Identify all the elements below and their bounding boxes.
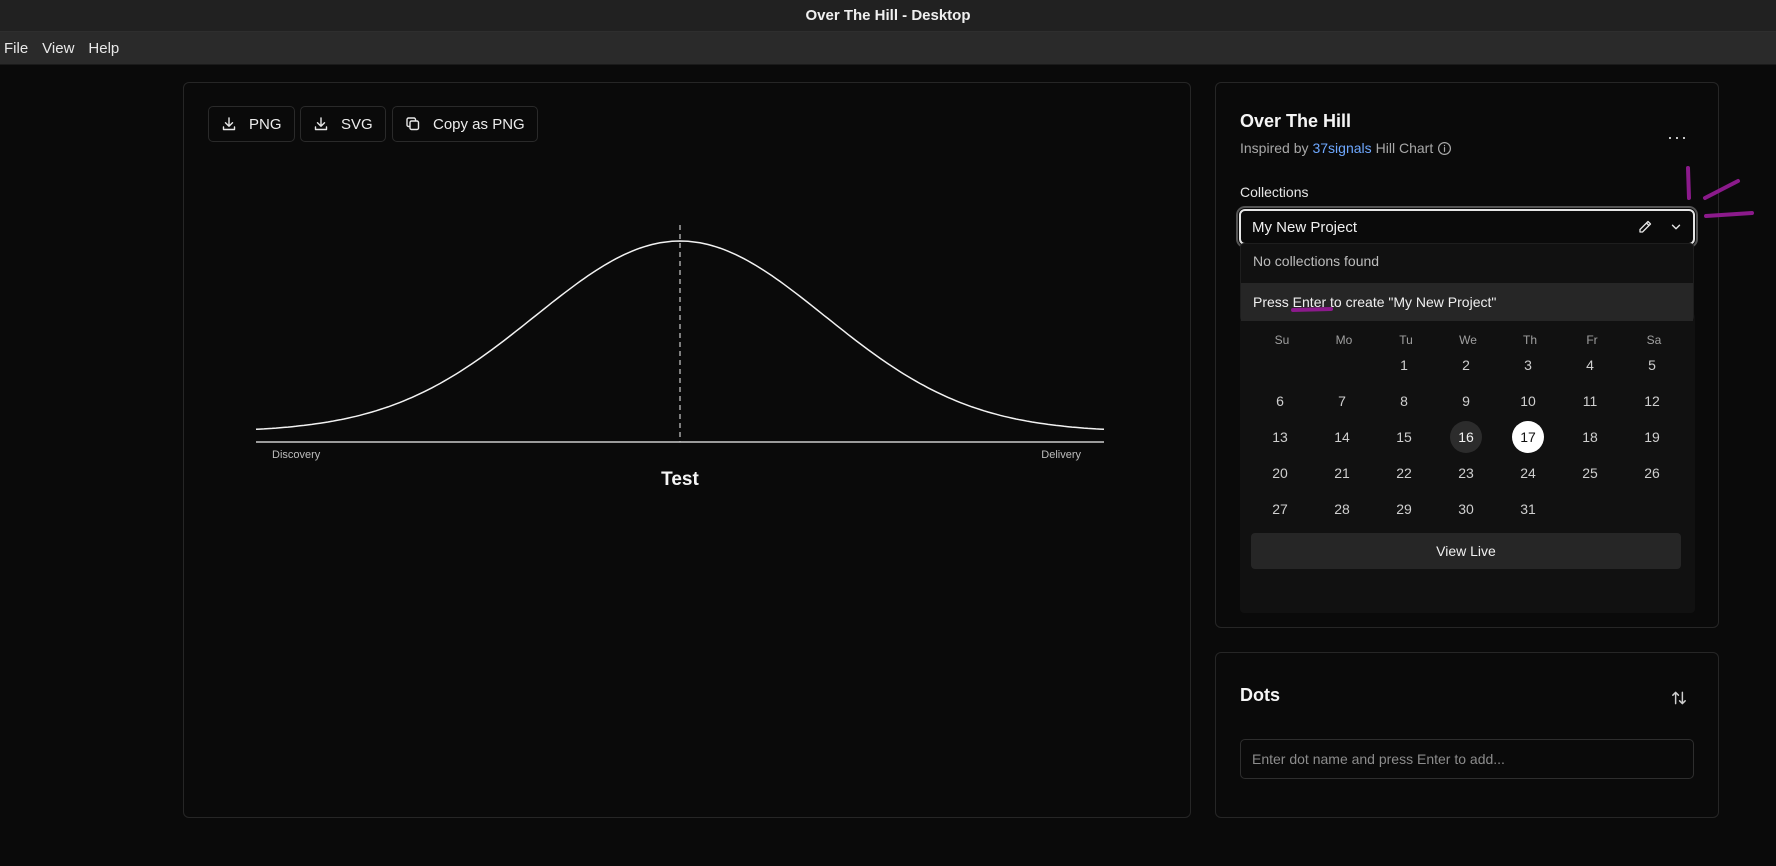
weekday-th: Th bbox=[1522, 333, 1537, 347]
weekday-su: Su bbox=[1274, 333, 1290, 347]
view-live-button[interactable]: View Live bbox=[1251, 533, 1681, 569]
calendar-day[interactable]: 9 bbox=[1450, 385, 1482, 417]
delivery-label: Delivery bbox=[1041, 449, 1081, 461]
calendar-day[interactable]: 20 bbox=[1264, 457, 1296, 489]
calendar-day[interactable]: 10 bbox=[1512, 385, 1544, 417]
calendar-day[interactable]: 11 bbox=[1574, 385, 1606, 417]
subtitle-suffix: Hill Chart bbox=[1375, 140, 1434, 156]
window-title: Over The Hill - Desktop bbox=[805, 7, 971, 24]
weekday-sa: Sa bbox=[1646, 333, 1662, 347]
subtitle-prefix: Inspired by bbox=[1240, 140, 1309, 156]
chevron-down-icon[interactable] bbox=[1669, 220, 1683, 234]
more-options-button[interactable]: ··· bbox=[1667, 127, 1688, 148]
menu-bar: File View Help bbox=[0, 32, 1776, 65]
weekday-fr: Fr bbox=[1586, 333, 1598, 347]
collections-card: Over The Hill Inspired by 37signals Hill… bbox=[1215, 82, 1719, 628]
calendar-day[interactable]: 25 bbox=[1574, 457, 1606, 489]
collection-combobox[interactable]: My New Project bbox=[1239, 209, 1695, 245]
calendar-day[interactable]: 4 bbox=[1574, 349, 1606, 381]
calendar-day[interactable]: 13 bbox=[1264, 421, 1296, 453]
no-collections-text: No collections found bbox=[1253, 253, 1380, 269]
calendar-day[interactable]: 30 bbox=[1450, 493, 1482, 525]
chart-panel: PNG SVG Copy as PNG Discovery Delivery T… bbox=[183, 82, 1191, 818]
collections-label: Collections bbox=[1240, 184, 1309, 200]
calendar-day[interactable]: 8 bbox=[1388, 385, 1420, 417]
calendar-day[interactable]: 14 bbox=[1326, 421, 1358, 453]
calendar-day[interactable]: 12 bbox=[1636, 385, 1668, 417]
menu-view[interactable]: View bbox=[42, 40, 74, 57]
menu-file[interactable]: File bbox=[4, 40, 28, 57]
app-subtitle: Inspired by 37signals Hill Chart bbox=[1240, 140, 1452, 156]
calendar-day[interactable]: 24 bbox=[1512, 457, 1544, 489]
calendar-day[interactable]: 7 bbox=[1326, 385, 1358, 417]
collection-input-value: My New Project bbox=[1252, 218, 1358, 236]
calendar-day[interactable]: 18 bbox=[1574, 421, 1606, 453]
calendar-day[interactable]: 6 bbox=[1264, 385, 1296, 417]
pencil-icon[interactable] bbox=[1637, 219, 1653, 235]
calendar-day[interactable]: 17 bbox=[1512, 421, 1544, 453]
calendar-day[interactable]: 19 bbox=[1636, 421, 1668, 453]
app-title: Over The Hill bbox=[1240, 111, 1352, 131]
calendar-day[interactable]: 21 bbox=[1326, 457, 1358, 489]
calendar-day[interactable]: 31 bbox=[1512, 493, 1544, 525]
37signals-link[interactable]: 37signals bbox=[1312, 140, 1371, 156]
weekday-mo: Mo bbox=[1335, 333, 1353, 347]
main-area: PNG SVG Copy as PNG Discovery Delivery T… bbox=[0, 65, 1776, 866]
calendar-day[interactable]: 16 bbox=[1450, 421, 1482, 453]
calendar-day[interactable]: 22 bbox=[1388, 457, 1420, 489]
dots-card: Dots bbox=[1215, 652, 1719, 818]
window-title-bar: Over The Hill - Desktop bbox=[0, 0, 1776, 32]
sort-icon[interactable] bbox=[1670, 689, 1688, 707]
hill-chart: Discovery Delivery Test bbox=[255, 225, 1105, 490]
calendar-day[interactable]: 28 bbox=[1326, 493, 1358, 525]
calendar-day[interactable]: 1 bbox=[1388, 349, 1420, 381]
dots-title: Dots bbox=[1240, 685, 1280, 705]
calendar-day[interactable]: 26 bbox=[1636, 457, 1668, 489]
weekday-tu: Tu bbox=[1399, 333, 1413, 347]
calendar-day[interactable]: 5 bbox=[1636, 349, 1668, 381]
create-collection-option[interactable]: Press Enter to create "My New Project" bbox=[1241, 283, 1693, 321]
dot-name-input[interactable] bbox=[1240, 739, 1694, 779]
calendar-day[interactable]: 15 bbox=[1388, 421, 1420, 453]
calendar-day[interactable]: 23 bbox=[1450, 457, 1482, 489]
discovery-label: Discovery bbox=[272, 449, 321, 461]
calendar-day[interactable]: 29 bbox=[1388, 493, 1420, 525]
info-icon[interactable] bbox=[1437, 141, 1452, 156]
calendar-day[interactable]: 3 bbox=[1512, 349, 1544, 381]
weekday-we: We bbox=[1459, 333, 1477, 347]
calendar-day[interactable]: 27 bbox=[1264, 493, 1296, 525]
calendar-day[interactable]: 2 bbox=[1450, 349, 1482, 381]
chart-title: Test bbox=[661, 469, 699, 490]
collections-dropdown: No collections found Press Enter to crea… bbox=[1240, 243, 1694, 321]
menu-help[interactable]: Help bbox=[88, 40, 119, 57]
calendar: View Live Su Mo Tu We Th Fr Sa 1 2 3 4 5 6 7 8 9 10 11 12 1… bbox=[1240, 313, 1695, 613]
